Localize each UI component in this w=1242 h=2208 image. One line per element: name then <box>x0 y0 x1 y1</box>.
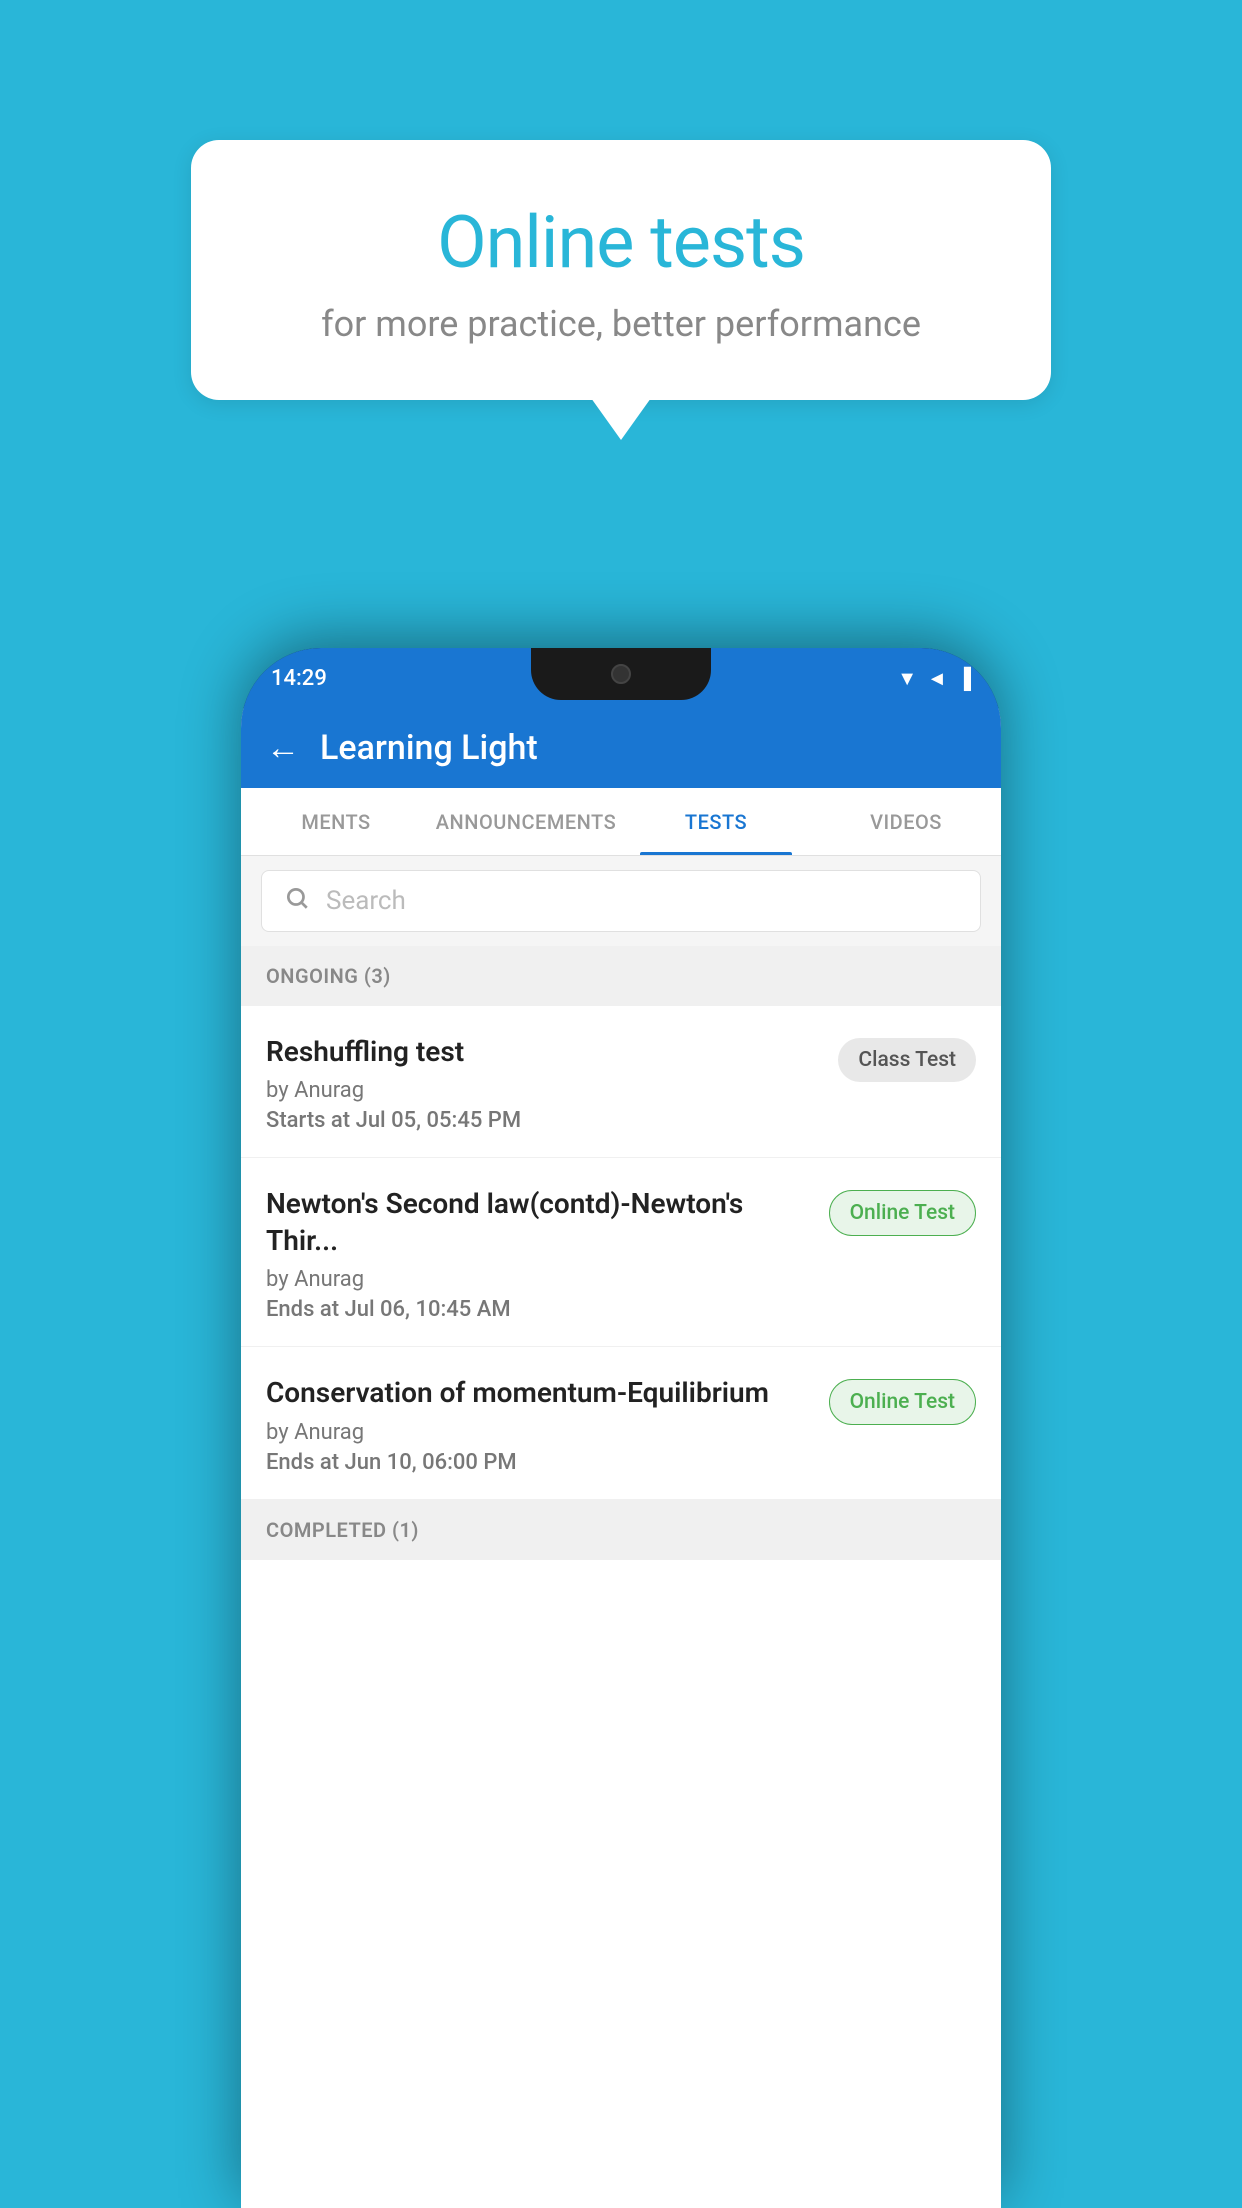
test-time: Starts at Jul 05, 05:45 PM <box>266 1108 823 1133</box>
camera <box>611 664 631 684</box>
bubble-subtitle: for more practice, better performance <box>261 303 981 345</box>
test-title: Reshuffling test <box>266 1034 823 1070</box>
search-icon <box>284 885 310 918</box>
test-info: Newton's Second law(contd)-Newton's Thir… <box>266 1186 814 1322</box>
ongoing-section-header: ONGOING (3) <box>241 946 1001 1006</box>
status-time: 14:29 <box>271 666 327 691</box>
test-info: Reshuffling test by Anurag Starts at Jul… <box>266 1034 823 1133</box>
online-test-badge-2: Online Test <box>829 1379 976 1425</box>
test-title: Conservation of momentum-Equilibrium <box>266 1375 814 1411</box>
tab-announcements[interactable]: ANNOUNCEMENTS <box>431 788 621 855</box>
class-test-badge: Class Test <box>838 1038 976 1082</box>
test-info: Conservation of momentum-Equilibrium by … <box>266 1375 814 1474</box>
tab-ments[interactable]: MENTS <box>241 788 431 855</box>
signal-icon: ◄ <box>927 666 947 691</box>
test-item-conservation[interactable]: Conservation of momentum-Equilibrium by … <box>241 1347 1001 1499</box>
search-bar[interactable]: Search <box>261 870 981 932</box>
tabs-bar: MENTS ANNOUNCEMENTS TESTS VIDEOS <box>241 788 1001 856</box>
online-test-badge: Online Test <box>829 1190 976 1236</box>
search-container: Search <box>241 856 1001 946</box>
speech-bubble-container: Online tests for more practice, better p… <box>191 140 1051 400</box>
phone-screen: ← Learning Light MENTS ANNOUNCEMENTS TES… <box>241 708 1001 2208</box>
phone-frame: 14:29 ▼ ◄ ▐ ← Learning Light MENTS ANNOU… <box>241 648 1001 2208</box>
app-bar-title: Learning Light <box>320 728 538 768</box>
tab-videos[interactable]: VIDEOS <box>811 788 1001 855</box>
test-by: by Anurag <box>266 1078 823 1103</box>
test-time: Ends at Jul 06, 10:45 AM <box>266 1297 814 1322</box>
test-list: Reshuffling test by Anurag Starts at Jul… <box>241 1006 1001 1500</box>
battery-icon: ▐ <box>957 666 971 691</box>
search-placeholder: Search <box>326 886 406 916</box>
speech-bubble: Online tests for more practice, better p… <box>191 140 1051 400</box>
completed-section-header: COMPLETED (1) <box>241 1500 1001 1560</box>
notch <box>531 648 711 700</box>
test-time: Ends at Jun 10, 06:00 PM <box>266 1450 814 1475</box>
app-bar: ← Learning Light <box>241 708 1001 788</box>
bubble-title: Online tests <box>261 200 981 285</box>
tab-tests[interactable]: TESTS <box>621 788 811 855</box>
status-icons: ▼ ◄ ▐ <box>897 666 971 691</box>
test-item-newton[interactable]: Newton's Second law(contd)-Newton's Thir… <box>241 1158 1001 1347</box>
test-by: by Anurag <box>266 1267 814 1292</box>
wifi-icon: ▼ <box>897 666 917 691</box>
test-title: Newton's Second law(contd)-Newton's Thir… <box>266 1186 814 1259</box>
test-item-reshuffling[interactable]: Reshuffling test by Anurag Starts at Jul… <box>241 1006 1001 1158</box>
back-button[interactable]: ← <box>266 728 300 768</box>
test-by: by Anurag <box>266 1420 814 1445</box>
